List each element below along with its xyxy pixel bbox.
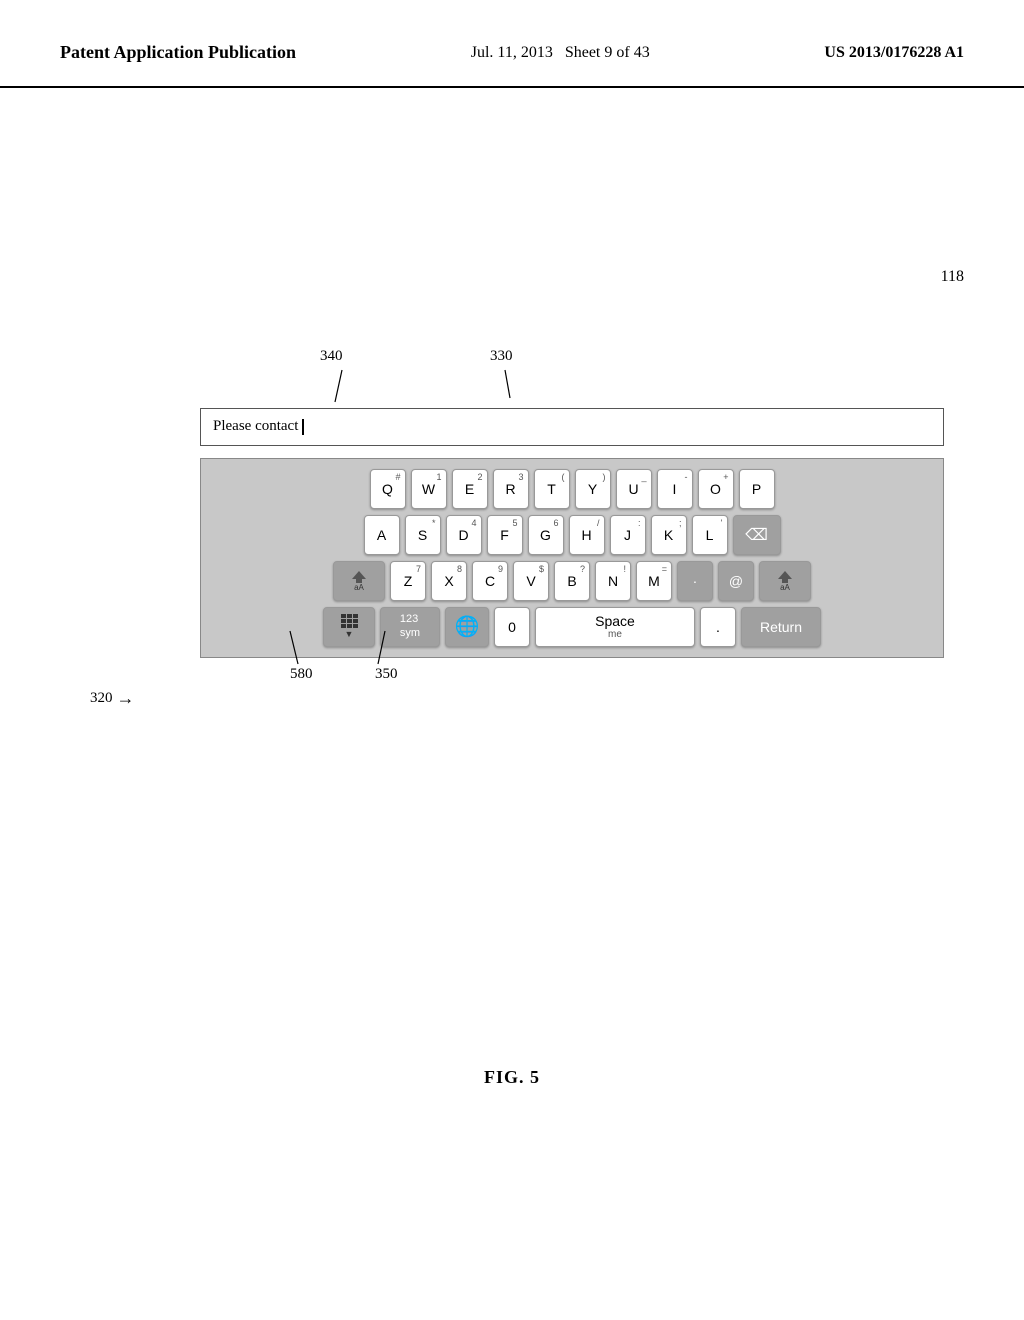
key-dot[interactable]: · [677, 561, 713, 601]
key-backspace[interactable]: ⌫ [733, 515, 781, 555]
header-right-patent: US 2013/0176228 A1 [824, 40, 964, 66]
key-c[interactable]: C 9 [472, 561, 508, 601]
figure-caption: FIG. 5 [484, 1067, 540, 1088]
key-t[interactable]: T ( [534, 469, 570, 509]
diagram-container: 340 330 320→ Please contact Q [200, 348, 944, 706]
key-s[interactable]: S * [405, 515, 441, 555]
key-r[interactable]: R 3 [493, 469, 529, 509]
keyboard-row-1: Q # W 1 E 2 R 3 T ( [209, 469, 935, 509]
key-f[interactable]: F 5 [487, 515, 523, 555]
key-shift-right[interactable]: aA [759, 561, 811, 601]
key-x[interactable]: X 8 [431, 561, 467, 601]
key-v[interactable]: V $ [513, 561, 549, 601]
main-content: 118 340 330 320→ Please contact [0, 88, 1024, 1288]
label-350: 350 [375, 666, 398, 683]
ref-320-label: 320→ [90, 688, 135, 709]
text-input-bar[interactable]: Please contact [200, 408, 944, 446]
key-at[interactable]: @ [718, 561, 754, 601]
keyboard-row-3: aA Z 7 X 8 C 9 V $ [209, 561, 935, 601]
key-m[interactable]: M = [636, 561, 672, 601]
text-input-content: Please contact [213, 418, 298, 435]
header-date: Jul. 11, 2013 [471, 44, 553, 61]
key-w[interactable]: W 1 [411, 469, 447, 509]
key-i[interactable]: I - [657, 469, 693, 509]
key-h[interactable]: H / [569, 515, 605, 555]
callout-area: 340 330 [200, 348, 944, 408]
key-z[interactable]: Z 7 [390, 561, 426, 601]
key-d[interactable]: D 4 [446, 515, 482, 555]
key-o[interactable]: O + [698, 469, 734, 509]
key-a[interactable]: A [364, 515, 400, 555]
key-l[interactable]: L ' [692, 515, 728, 555]
header-left-title: Patent Application Publication [60, 40, 296, 65]
key-j[interactable]: J : [610, 515, 646, 555]
header-sheet: Sheet 9 of 43 [565, 44, 650, 61]
keyboard-row-2: A S * D 4 F 5 G 6 H [209, 515, 935, 555]
key-y[interactable]: Y ) [575, 469, 611, 509]
label-580: 580 [290, 666, 313, 683]
key-k[interactable]: K ; [651, 515, 687, 555]
ref-118-label: 118 [941, 268, 964, 286]
key-q[interactable]: Q # [370, 469, 406, 509]
bottom-labels: 580 350 [200, 666, 944, 706]
key-n[interactable]: N ! [595, 561, 631, 601]
patent-header: Patent Application Publication Jul. 11, … [0, 0, 1024, 88]
header-center-info: Jul. 11, 2013 Sheet 9 of 43 [471, 40, 650, 66]
key-shift-left[interactable]: aA [333, 561, 385, 601]
key-e[interactable]: E 2 [452, 469, 488, 509]
shift-up-icon-right [777, 570, 793, 583]
key-p[interactable]: P [739, 469, 775, 509]
shift-up-icon [351, 570, 367, 583]
key-b[interactable]: B ? [554, 561, 590, 601]
key-u[interactable]: U _ [616, 469, 652, 509]
key-g[interactable]: G 6 [528, 515, 564, 555]
cursor [302, 419, 304, 435]
callout-lines [200, 348, 944, 408]
